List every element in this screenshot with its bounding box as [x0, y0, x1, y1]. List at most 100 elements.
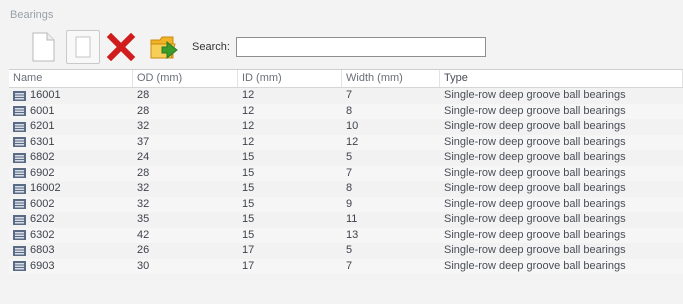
- bearing-item-icon: [13, 261, 26, 272]
- new-document-icon: [32, 32, 55, 62]
- bearing-item-icon: [13, 90, 26, 101]
- column-header-od[interactable]: OD (mm): [133, 70, 238, 87]
- name-cell: 6002: [9, 197, 133, 213]
- od-cell: 35: [137, 213, 150, 225]
- name-cell: 6302: [9, 228, 133, 244]
- table-row[interactable]: 6802 24 15 5 Single-row deep groove ball…: [9, 150, 683, 166]
- table-row[interactable]: 6001 28 12 8 Single-row deep groove ball…: [9, 103, 683, 120]
- od-cell: 26: [137, 244, 150, 256]
- bearing-name: 6302: [30, 228, 55, 241]
- id-cell: 15: [242, 197, 255, 210]
- name-cell: 6201: [9, 119, 133, 135]
- bearing-item-icon: [13, 168, 26, 179]
- od-cell: 24: [137, 151, 150, 163]
- name-cell: 6902: [9, 166, 133, 182]
- column-header-type[interactable]: Type: [440, 70, 683, 87]
- delete-button[interactable]: [104, 30, 138, 64]
- bearing-item-icon: [13, 214, 26, 225]
- bearing-name: 6001: [30, 104, 55, 117]
- id-cell: 17: [242, 259, 255, 272]
- name-cell: 6001: [9, 104, 133, 120]
- search-label: Search:: [192, 41, 230, 53]
- id-cell: 15: [242, 166, 255, 179]
- bearing-name: 6802: [30, 151, 55, 163]
- type-cell: Single-row deep groove ball bearings: [444, 228, 626, 241]
- bearing-name: 6201: [30, 120, 55, 132]
- name-cell: 16001: [9, 88, 133, 104]
- width-cell: 8: [346, 104, 353, 117]
- table-row[interactable]: 6302 42 15 13 Single-row deep groove bal…: [9, 227, 683, 244]
- table-body: 16001 28 12 7 Single-row deep groove bal…: [9, 88, 683, 274]
- bearing-name: 6202: [30, 213, 55, 225]
- od-cell: 32: [137, 182, 150, 194]
- bearing-item-icon: [13, 230, 26, 241]
- id-cell: 15: [242, 151, 255, 163]
- bearing-name: 6002: [30, 197, 55, 210]
- type-cell: Single-row deep groove ball bearings: [444, 135, 626, 148]
- table-row[interactable]: 16002 32 15 8 Single-row deep groove bal…: [9, 181, 683, 197]
- table-row[interactable]: 16001 28 12 7 Single-row deep groove bal…: [9, 88, 683, 104]
- table-row[interactable]: 6301 37 12 12 Single-row deep groove bal…: [9, 134, 683, 150]
- table-row[interactable]: 6202 35 15 11 Single-row deep groove bal…: [9, 212, 683, 228]
- id-cell: 12: [242, 89, 255, 101]
- width-cell: 13: [346, 228, 359, 241]
- width-cell: 8: [346, 182, 353, 194]
- od-cell: 28: [137, 104, 150, 117]
- type-cell: Single-row deep groove ball bearings: [444, 151, 626, 163]
- od-cell: 32: [137, 120, 150, 132]
- od-cell: 30: [137, 259, 150, 272]
- column-header-id[interactable]: ID (mm): [238, 70, 342, 87]
- table-row[interactable]: 6903 30 17 7 Single-row deep groove ball…: [9, 258, 683, 274]
- id-cell: 12: [242, 104, 255, 117]
- od-cell: 28: [137, 89, 150, 101]
- width-cell: 7: [346, 259, 353, 272]
- width-cell: 11: [346, 213, 358, 225]
- type-cell: Single-row deep groove ball bearings: [444, 104, 626, 117]
- type-cell: Single-row deep groove ball bearings: [444, 213, 626, 225]
- bearing-item-icon: [13, 106, 26, 117]
- od-cell: 42: [137, 228, 150, 241]
- new-button[interactable]: [26, 30, 60, 64]
- delete-x-icon: [106, 33, 136, 61]
- bearing-item-icon: [13, 121, 26, 132]
- search-input[interactable]: [235, 37, 486, 57]
- table-header: Name OD (mm) ID (mm) Width (mm) Type: [9, 70, 683, 88]
- type-cell: Single-row deep groove ball bearings: [444, 197, 626, 210]
- bearing-name: 16002: [30, 182, 61, 194]
- bearings-window: Bearings Search: Name OD (mm) ID (mm) Wi…: [0, 0, 683, 304]
- type-cell: Single-row deep groove ball bearings: [444, 89, 626, 101]
- type-cell: Single-row deep groove ball bearings: [444, 120, 626, 132]
- name-cell: 6802: [9, 150, 133, 166]
- open-button[interactable]: [148, 30, 182, 64]
- bearing-name: 6903: [30, 259, 55, 272]
- column-header-width[interactable]: Width (mm): [342, 70, 440, 87]
- od-cell: 37: [137, 135, 150, 148]
- id-cell: 17: [242, 244, 255, 256]
- bearing-item-icon: [13, 245, 26, 256]
- id-cell: 15: [242, 182, 255, 194]
- bearing-item-icon: [13, 199, 26, 210]
- table-row[interactable]: 6002 32 15 9 Single-row deep groove ball…: [9, 196, 683, 213]
- column-header-name[interactable]: Name: [9, 70, 133, 87]
- copy-button[interactable]: [66, 30, 100, 64]
- id-cell: 15: [242, 213, 255, 225]
- bearing-item-icon: [13, 137, 26, 148]
- width-cell: 5: [346, 244, 353, 256]
- name-cell: 6202: [9, 212, 133, 228]
- name-cell: 6803: [9, 243, 133, 259]
- id-cell: 15: [242, 228, 255, 241]
- width-cell: 12: [346, 135, 359, 148]
- type-cell: Single-row deep groove ball bearings: [444, 166, 626, 179]
- table-row[interactable]: 6201 32 12 10 Single-row deep groove bal…: [9, 119, 683, 135]
- width-cell: 7: [346, 166, 353, 179]
- open-folder-icon: [150, 36, 178, 60]
- table-row[interactable]: 6803 26 17 5 Single-row deep groove ball…: [9, 243, 683, 259]
- bearing-name: 16001: [30, 89, 61, 101]
- width-cell: 5: [346, 151, 353, 163]
- id-cell: 12: [242, 135, 255, 148]
- toolbar: Search:: [0, 27, 683, 67]
- width-cell: 7: [346, 89, 353, 101]
- window-title: Bearings: [10, 9, 54, 21]
- table-row[interactable]: 6902 28 15 7 Single-row deep groove ball…: [9, 165, 683, 182]
- od-cell: 32: [137, 197, 150, 210]
